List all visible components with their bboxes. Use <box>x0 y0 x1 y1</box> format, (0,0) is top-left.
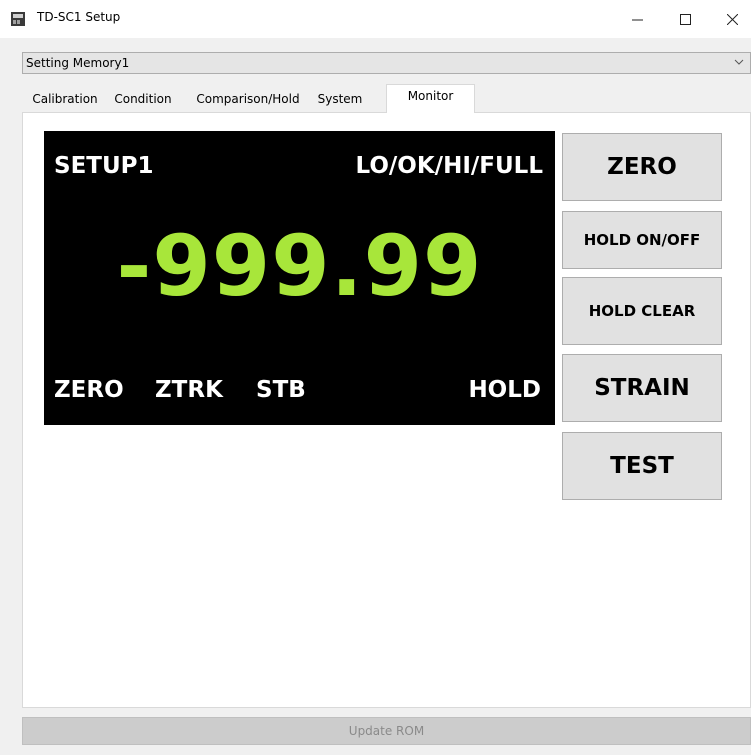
tab-condition[interactable]: Condition <box>108 86 178 111</box>
strain-button[interactable]: STRAIN <box>562 354 722 422</box>
tab-system[interactable]: System <box>310 86 370 111</box>
maximize-icon <box>680 13 691 25</box>
tab-calibration[interactable]: Calibration <box>25 86 105 111</box>
close-button[interactable] <box>710 0 751 38</box>
close-icon <box>727 13 738 25</box>
setting-memory-value: Setting Memory1 <box>26 56 130 70</box>
zero-indicator: ZERO <box>54 377 124 403</box>
hold-on-off-button[interactable]: HOLD ON/OFF <box>562 211 722 269</box>
test-button[interactable]: TEST <box>562 432 722 500</box>
window-title: TD-SC1 Setup <box>37 10 121 24</box>
ztrk-indicator: ZTRK <box>155 377 223 403</box>
zero-button[interactable]: ZERO <box>562 133 722 201</box>
app-icon <box>11 12 25 26</box>
tab-monitor[interactable]: Monitor <box>386 84 475 113</box>
stb-indicator: STB <box>256 377 306 403</box>
measured-value: -999.99 <box>116 217 483 315</box>
judgement-label: LO/OK/HI/FULL <box>355 153 543 179</box>
maximize-button[interactable] <box>663 0 708 38</box>
hold-indicator: HOLD <box>468 377 541 403</box>
setting-memory-select[interactable]: Setting Memory1 <box>22 52 751 74</box>
setup-label: SETUP1 <box>54 153 154 179</box>
update-rom-button[interactable]: Update ROM <box>22 717 751 745</box>
minimize-icon <box>632 19 643 20</box>
hold-clear-button[interactable]: HOLD CLEAR <box>562 277 722 345</box>
title-bar: TD-SC1 Setup <box>0 0 751 38</box>
monitor-display: SETUP1 LO/OK/HI/FULL -999.99 ZERO ZTRK S… <box>44 131 555 425</box>
chevron-down-icon <box>734 59 744 65</box>
minimize-button[interactable] <box>615 0 660 38</box>
tab-comparison-hold[interactable]: Comparison/Hold <box>190 86 306 111</box>
